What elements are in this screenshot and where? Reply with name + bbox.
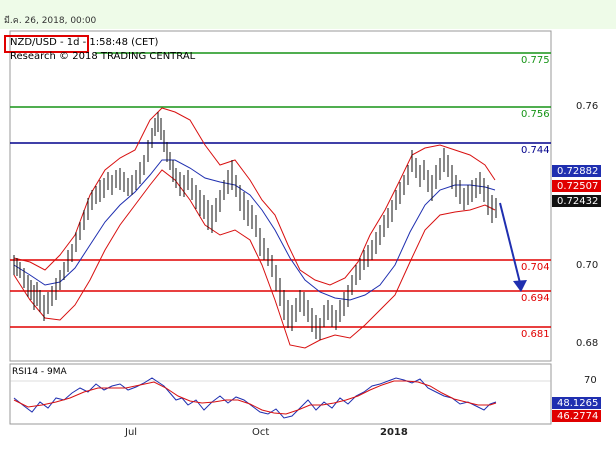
x-tick-oct: Oct xyxy=(252,427,270,438)
rsi-value-1: 48.1265 xyxy=(557,398,599,409)
price-value-1: 0.72882 xyxy=(557,166,599,177)
main-panel-frame xyxy=(9,30,552,362)
price-bars xyxy=(13,112,497,340)
price-chart[interactable] xyxy=(0,0,616,457)
level-label-681: 0.681 xyxy=(521,329,550,340)
rsi-value-2: 46.2774 xyxy=(557,411,599,422)
arrow-head xyxy=(513,280,527,292)
x-tick-2018: 2018 xyxy=(380,427,408,438)
price-value-2: 0.72507 xyxy=(557,181,599,192)
level-label-744: 0.744 xyxy=(521,145,550,156)
rsi-tick-70: 70 xyxy=(584,375,597,386)
bollinger-upper xyxy=(13,107,496,286)
level-label-704: 0.704 xyxy=(521,262,550,273)
projection-arrow xyxy=(499,202,521,284)
y-tick-076: 0.76 xyxy=(576,101,599,112)
rsi-label: RSI14 - 9MA xyxy=(12,367,67,377)
level-label-756: 0.756 xyxy=(521,109,550,120)
chart-subtitle: Research © 2018 TRADING CENTRAL xyxy=(10,51,196,62)
rsi-ma-line xyxy=(13,380,497,415)
bollinger-lower xyxy=(13,169,496,349)
moving-average xyxy=(13,159,496,301)
y-tick-070: 0.70 xyxy=(576,260,599,271)
price-value-3: 0.72432 xyxy=(557,196,599,207)
chart-title: NZD/USD - 1d - 1:58:48 (CET) xyxy=(10,37,159,48)
level-label-775: 0.775 xyxy=(521,55,550,66)
rsi-panel-frame xyxy=(9,363,552,425)
y-tick-068: 0.68 xyxy=(576,338,599,349)
x-tick-jul: Jul xyxy=(125,427,138,438)
level-label-694: 0.694 xyxy=(521,293,550,304)
